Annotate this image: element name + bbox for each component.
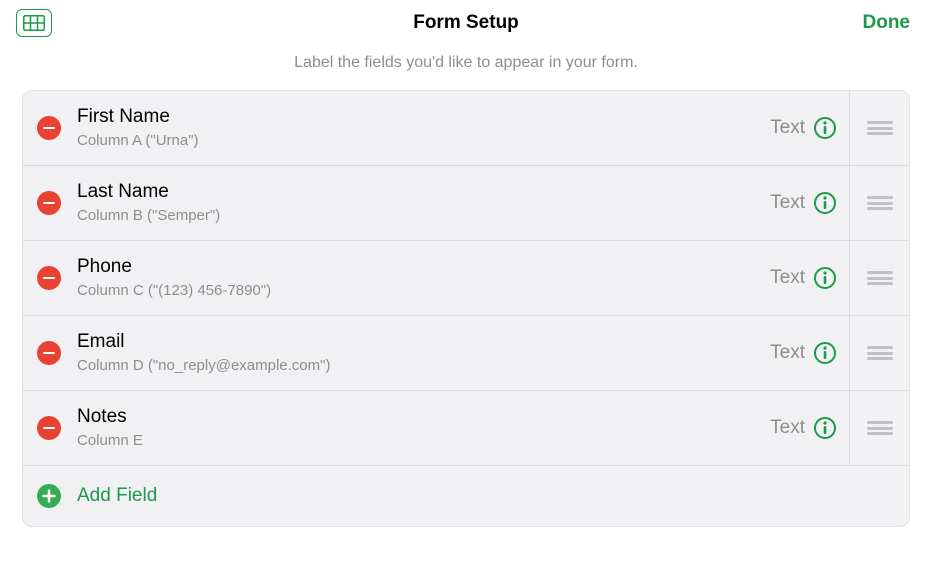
info-icon bbox=[813, 341, 837, 365]
drag-handle-icon bbox=[867, 271, 893, 285]
drag-cell[interactable] bbox=[849, 241, 909, 315]
minus-icon bbox=[43, 127, 55, 130]
field-type: Text bbox=[770, 192, 805, 214]
table-button[interactable] bbox=[16, 9, 52, 37]
page-title: Form Setup bbox=[413, 12, 519, 34]
header-bar: Form Setup Done bbox=[0, 0, 932, 46]
plus-icon bbox=[42, 489, 56, 503]
field-label: First Name bbox=[77, 105, 770, 129]
field-type: Text bbox=[770, 267, 805, 289]
remove-field-button[interactable] bbox=[37, 341, 61, 365]
field-row: Email Column D ("no_reply@example.com") … bbox=[23, 316, 909, 391]
info-icon bbox=[813, 416, 837, 440]
field-label: Phone bbox=[77, 255, 770, 279]
remove-field-button[interactable] bbox=[37, 416, 61, 440]
field-info-button[interactable] bbox=[813, 341, 837, 365]
field-column: Column D ("no_reply@example.com") bbox=[77, 356, 770, 376]
minus-icon bbox=[43, 427, 55, 430]
add-field-button[interactable] bbox=[37, 484, 61, 508]
info-icon bbox=[813, 116, 837, 140]
remove-field-button[interactable] bbox=[37, 266, 61, 290]
field-info[interactable]: First Name Column A ("Urna") bbox=[77, 93, 770, 163]
field-row: First Name Column A ("Urna") Text bbox=[23, 91, 909, 166]
minus-icon bbox=[43, 202, 55, 205]
field-type: Text bbox=[770, 117, 805, 139]
field-column: Column E bbox=[77, 431, 770, 451]
field-info[interactable]: Notes Column E bbox=[77, 393, 770, 463]
field-type: Text bbox=[770, 417, 805, 439]
field-info-button[interactable] bbox=[813, 191, 837, 215]
field-row: Last Name Column B ("Semper") Text bbox=[23, 166, 909, 241]
field-label: Last Name bbox=[77, 180, 770, 204]
add-field-label: Add Field bbox=[77, 485, 157, 507]
drag-cell[interactable] bbox=[849, 166, 909, 240]
minus-icon bbox=[43, 352, 55, 355]
field-type: Text bbox=[770, 342, 805, 364]
field-info-button[interactable] bbox=[813, 416, 837, 440]
page-subtitle: Label the fields you'd like to appear in… bbox=[0, 46, 932, 90]
done-button[interactable]: Done bbox=[857, 8, 917, 38]
field-label: Notes bbox=[77, 405, 770, 429]
field-row: Phone Column C ("(123) 456-7890") Text bbox=[23, 241, 909, 316]
info-icon bbox=[813, 191, 837, 215]
field-row: Notes Column E Text bbox=[23, 391, 909, 466]
info-icon bbox=[813, 266, 837, 290]
field-column: Column A ("Urna") bbox=[77, 131, 770, 151]
table-icon bbox=[23, 15, 45, 31]
field-info-button[interactable] bbox=[813, 116, 837, 140]
drag-handle-icon bbox=[867, 121, 893, 135]
field-label: Email bbox=[77, 330, 770, 354]
field-info-button[interactable] bbox=[813, 266, 837, 290]
field-info[interactable]: Email Column D ("no_reply@example.com") bbox=[77, 318, 770, 388]
field-info[interactable]: Phone Column C ("(123) 456-7890") bbox=[77, 243, 770, 313]
remove-field-button[interactable] bbox=[37, 191, 61, 215]
add-field-row[interactable]: Add Field bbox=[23, 466, 909, 526]
minus-icon bbox=[43, 277, 55, 280]
fields-panel: First Name Column A ("Urna") Text Last N… bbox=[22, 90, 910, 527]
drag-cell[interactable] bbox=[849, 391, 909, 465]
remove-field-button[interactable] bbox=[37, 116, 61, 140]
drag-handle-icon bbox=[867, 346, 893, 360]
drag-handle-icon bbox=[867, 421, 893, 435]
drag-cell[interactable] bbox=[849, 91, 909, 165]
field-info[interactable]: Last Name Column B ("Semper") bbox=[77, 168, 770, 238]
field-column: Column C ("(123) 456-7890") bbox=[77, 281, 770, 301]
drag-cell[interactable] bbox=[849, 316, 909, 390]
drag-handle-icon bbox=[867, 196, 893, 210]
field-column: Column B ("Semper") bbox=[77, 206, 770, 226]
